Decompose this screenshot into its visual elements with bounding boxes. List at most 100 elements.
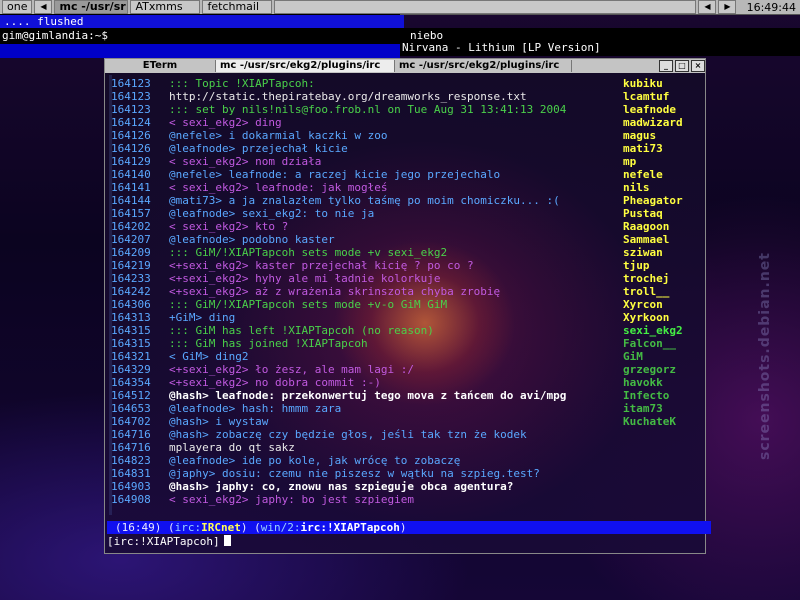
chat-message: ::: GiM has joined !XIAPTapcoh bbox=[169, 337, 368, 350]
taskbar-item-atxmms[interactable]: ATxmms bbox=[130, 0, 201, 14]
nick-list-item[interactable]: Pustaq bbox=[623, 207, 703, 220]
maximize-icon[interactable]: □ bbox=[675, 60, 689, 72]
chat-timestamp: 164126 bbox=[111, 129, 151, 142]
status-window: irc:!XIAPTapcoh bbox=[300, 521, 400, 534]
chat-message: < sexi_ekg2> nom działa bbox=[169, 155, 322, 168]
chat-timestamp: 164831 bbox=[111, 467, 151, 480]
chat-message: < sexi_ekg2> ding bbox=[169, 116, 282, 129]
terminal-content[interactable]: 164123::: Topic !XIAPTapcoh: 164123 http:/… bbox=[105, 73, 711, 553]
chat-message: <+sexi_ekg2> hyhy ale mi ładnie kolorkuj… bbox=[169, 272, 441, 285]
nick-list-item[interactable]: grzegorz bbox=[623, 363, 703, 376]
nick-list-item[interactable]: GiM bbox=[623, 350, 703, 363]
chat-message: <+sexi_ekg2> aż z wrażenia skrinszota ch… bbox=[169, 285, 501, 298]
chat-timestamp: 164209 bbox=[111, 246, 151, 259]
nick-list-item[interactable]: Pheagator bbox=[623, 194, 703, 207]
chat-timestamp: 164129 bbox=[111, 155, 151, 168]
chat-timestamp: 164124 bbox=[111, 116, 151, 129]
nick-list-item[interactable]: tjup bbox=[623, 259, 703, 272]
nick-list-item[interactable]: lcamtuf bbox=[623, 90, 703, 103]
taskbar-item-fetchmail[interactable]: fetchmail bbox=[202, 0, 273, 14]
nick-list-item[interactable]: KuchateK bbox=[623, 415, 703, 428]
chat-timestamp: 164908 bbox=[111, 493, 151, 506]
chat-message: @leafnode> przejechał kicie bbox=[169, 142, 348, 155]
chat-timestamp: 164823 bbox=[111, 454, 151, 467]
chat-timestamp: 164140 bbox=[111, 168, 151, 181]
chat-timestamp: 164903 bbox=[111, 480, 151, 493]
chat-timestamp: 164219 bbox=[111, 259, 151, 272]
chat-message: <+sexi_ekg2> no dobra commit :-) bbox=[169, 376, 381, 389]
status-net: IRCnet bbox=[201, 521, 241, 534]
chat-timestamp: 164207 bbox=[111, 233, 151, 246]
chat-timestamp: 164329 bbox=[111, 363, 151, 376]
chat-timestamp: 164123 bbox=[111, 90, 151, 103]
nick-list-item[interactable]: Sammael bbox=[623, 233, 703, 246]
nick-list-item[interactable]: madwizard bbox=[623, 116, 703, 129]
close-icon[interactable]: × bbox=[691, 60, 705, 72]
now-playing-line2: Nirvana - Lithium [LP Version] bbox=[402, 41, 601, 54]
chat-message: ::: Topic !XIAPTapcoh: bbox=[169, 77, 315, 90]
chat-message: @nefele> i dokarmial kaczki w zoo bbox=[169, 129, 388, 142]
tab-mc-1[interactable]: mc -/usr/src/ekg2/plugins/irc bbox=[216, 60, 395, 72]
taskbar-item-one[interactable]: one bbox=[2, 0, 33, 14]
irc-terminal-window[interactable]: ETerm mc -/usr/src/ekg2/plugins/irc mc -… bbox=[104, 58, 711, 554]
taskbar-empty-slot[interactable] bbox=[274, 0, 697, 14]
chat-message: @leafnode> hash: hmmm zara bbox=[169, 402, 342, 415]
nick-list-item[interactable]: Xyrcon bbox=[623, 298, 703, 311]
nick-list-item[interactable]: troll__ bbox=[623, 285, 703, 298]
taskbar-prev-icon[interactable]: ◀ bbox=[698, 0, 717, 14]
minimize-icon[interactable]: _ bbox=[659, 60, 673, 72]
now-playing-window: niebo Nirvana - Lithium [LP Version] bbox=[400, 28, 800, 56]
chat-message: ::: GiM has left !XIAPTapcoh (no reason) bbox=[169, 324, 434, 337]
chat-timestamp: 164512 bbox=[111, 389, 151, 402]
chat-timestamp: 164202 bbox=[111, 220, 151, 233]
chat-timestamp: 164233 bbox=[111, 272, 151, 285]
taskbar: one ◀ mc -/usr/sr ATxmms fetchmail ◀ ▶ 1… bbox=[0, 0, 800, 15]
chat-message: < GiM> ding2 bbox=[169, 350, 249, 363]
chat-message: @leafnode> sexi_ekg2: to nie ja bbox=[169, 207, 375, 220]
nick-list-item[interactable]: trochej bbox=[623, 272, 703, 285]
status-bar: (16:49) (irc:IRCnet) (win/2:irc:!XIAPTap… bbox=[107, 521, 711, 534]
chat-timestamp: 164126 bbox=[111, 142, 151, 155]
chat-message: @nefele> leafnode: a raczej kicie jego p… bbox=[169, 168, 501, 181]
status-time: 16:49 bbox=[121, 521, 155, 534]
taskbar-next-icon[interactable]: ▶ bbox=[718, 0, 737, 14]
chat-message: +GiM> ding bbox=[169, 311, 236, 324]
nick-list-item[interactable]: sziwan bbox=[623, 246, 703, 259]
nick-list-item[interactable]: Falcon__ bbox=[623, 337, 703, 350]
nick-list-item[interactable]: kubiku bbox=[623, 77, 703, 90]
chat-timestamp: 164716 bbox=[111, 441, 151, 454]
taskbar-item-mc[interactable]: mc -/usr/sr bbox=[54, 0, 129, 14]
chat-message: < sexi_ekg2> leafnode: jak mogłeś bbox=[169, 181, 388, 194]
chat-message: ::: set by nils!nils@foo.frob.nl on Tue … bbox=[169, 103, 567, 116]
chat-message: @leafnode> ide po kole, jak wrócę to zob… bbox=[169, 454, 461, 467]
nick-list-item[interactable]: nils bbox=[623, 181, 703, 194]
command-input[interactable]: [irc:!XIAPTapcoh] bbox=[107, 535, 231, 548]
tab-mc-2[interactable]: mc -/usr/src/ekg2/plugins/irc bbox=[395, 60, 572, 72]
input-prompt: [irc:!XIAPTapcoh] bbox=[107, 535, 220, 548]
mini-terminal[interactable]: .... flushed gim@gimlandia:~$ bbox=[0, 14, 404, 58]
nick-list-item[interactable]: magus bbox=[623, 129, 703, 142]
tab-eterm[interactable]: ETerm bbox=[105, 60, 216, 72]
chat-timestamp: 164321 bbox=[111, 350, 151, 363]
nick-list-item[interactable]: Infecto bbox=[623, 389, 703, 402]
nick-list-item[interactable]: Raagoon bbox=[623, 220, 703, 233]
chat-message: @hash> i wystaw bbox=[169, 415, 269, 428]
nick-list-item[interactable]: havokk bbox=[623, 376, 703, 389]
chat-timestamp: 164315 bbox=[111, 337, 151, 350]
taskbar-clock: 16:49:44 bbox=[746, 0, 796, 14]
nick-list-item[interactable]: mp bbox=[623, 155, 703, 168]
nick-list-item[interactable]: sexi_ekg2 bbox=[623, 324, 703, 337]
nick-list-item[interactable]: mati73 bbox=[623, 142, 703, 155]
chat-timestamp: 164242 bbox=[111, 285, 151, 298]
taskbar-left-arrow-icon[interactable]: ◀ bbox=[34, 0, 53, 14]
nick-list-item[interactable]: leafnode bbox=[623, 103, 703, 116]
nick-list-item[interactable]: Xyrkoon bbox=[623, 311, 703, 324]
mini-terminal-prompt: gim@gimlandia:~$ bbox=[2, 29, 108, 42]
mini-terminal-status: .... flushed bbox=[0, 15, 404, 28]
nick-list-item[interactable]: itam73 bbox=[623, 402, 703, 415]
chat-message: @hash> japhy: co, znowu nas szpieguje ob… bbox=[169, 480, 514, 493]
chat-message: mplayera do qt sakz bbox=[169, 441, 295, 454]
chat-timestamp: 164653 bbox=[111, 402, 151, 415]
nick-list-item[interactable]: nefele bbox=[623, 168, 703, 181]
chat-timestamp: 164157 bbox=[111, 207, 151, 220]
